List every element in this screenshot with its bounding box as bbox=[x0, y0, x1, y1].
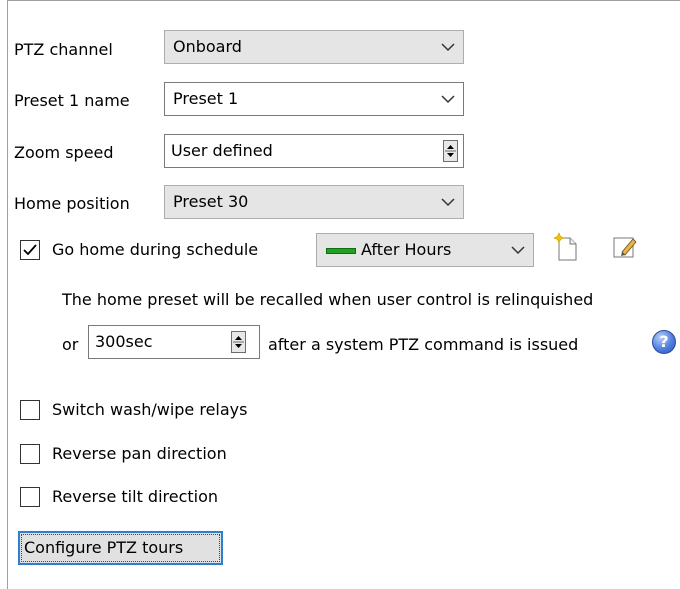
panel-border-top bbox=[7, 0, 680, 1]
chevron-down-icon bbox=[511, 246, 525, 255]
home-delay-spin-buttons[interactable] bbox=[231, 331, 246, 353]
home-delay-value: 300sec bbox=[95, 332, 153, 351]
home-position-label: Home position bbox=[14, 194, 130, 213]
wash-wipe-checkbox[interactable] bbox=[20, 400, 40, 420]
spin-arrows-icon bbox=[233, 336, 244, 348]
home-recall-info-text: The home preset will be recalled when us… bbox=[62, 290, 594, 309]
ptz-channel-value: Onboard bbox=[173, 37, 242, 56]
new-schedule-icon[interactable] bbox=[553, 232, 579, 262]
reverse-tilt-checkbox[interactable] bbox=[20, 487, 40, 507]
wash-wipe-label: Switch wash/wipe relays bbox=[52, 400, 248, 419]
home-delay-spinbox[interactable]: 300sec bbox=[88, 325, 260, 359]
reverse-pan-label: Reverse pan direction bbox=[52, 444, 227, 463]
configure-ptz-tours-button[interactable]: Configure PTZ tours bbox=[18, 531, 223, 565]
chevron-down-icon bbox=[441, 43, 455, 52]
schedule-value: After Hours bbox=[361, 240, 452, 259]
reverse-tilt-label: Reverse tilt direction bbox=[52, 487, 219, 506]
checkmark-icon bbox=[23, 244, 37, 256]
go-home-label: Go home during schedule bbox=[52, 240, 259, 259]
preset-name-value: Preset 1 bbox=[173, 89, 239, 108]
help-icon[interactable]: ? bbox=[652, 330, 676, 354]
ptz-command-info-text: after a system PTZ command is issued bbox=[268, 335, 579, 354]
preset-name-combobox[interactable]: Preset 1 bbox=[164, 82, 464, 116]
ptz-channel-dropdown[interactable]: Onboard bbox=[164, 30, 464, 64]
schedule-color-swatch bbox=[326, 248, 356, 254]
reverse-pan-checkbox[interactable] bbox=[20, 444, 40, 464]
go-home-checkbox[interactable] bbox=[20, 240, 40, 260]
edit-schedule-icon[interactable] bbox=[611, 234, 639, 260]
home-position-dropdown[interactable]: Preset 30 bbox=[164, 185, 464, 219]
preset-name-label: Preset 1 name bbox=[14, 91, 130, 110]
zoom-speed-value: User defined bbox=[171, 141, 273, 160]
home-position-value: Preset 30 bbox=[173, 192, 249, 211]
zoom-speed-label: Zoom speed bbox=[14, 143, 114, 162]
chevron-down-icon bbox=[441, 198, 455, 207]
configure-ptz-tours-label: Configure PTZ tours bbox=[24, 538, 184, 557]
ptz-channel-label: PTZ channel bbox=[14, 40, 113, 59]
panel-border-left bbox=[7, 0, 8, 589]
zoom-speed-spinbox[interactable]: User defined bbox=[164, 134, 464, 168]
chevron-down-icon bbox=[441, 95, 455, 104]
or-label: or bbox=[62, 335, 79, 354]
zoom-speed-spin-buttons[interactable] bbox=[443, 140, 458, 162]
spin-arrows-icon bbox=[445, 145, 456, 157]
schedule-dropdown[interactable]: After Hours bbox=[316, 233, 534, 267]
